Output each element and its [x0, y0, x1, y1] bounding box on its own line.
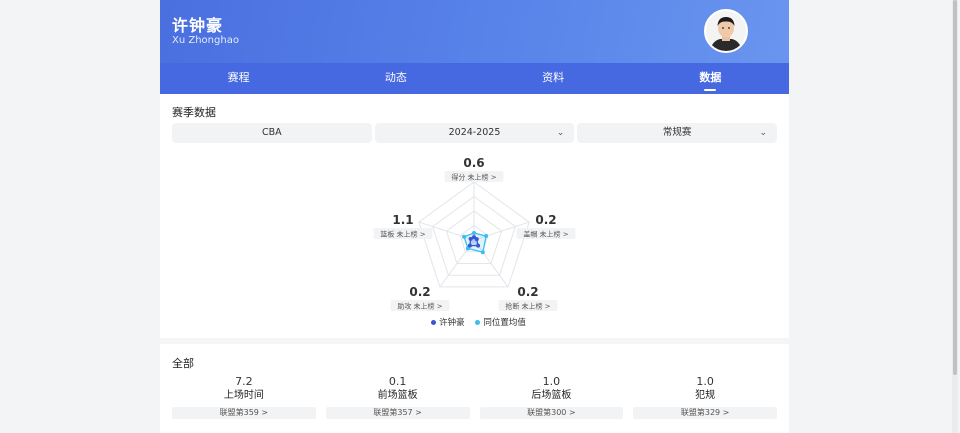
radar-axis-value: 0.6: [463, 156, 484, 170]
chevron-down-icon: ⌄: [759, 128, 768, 138]
stat-label: 前场篮板: [377, 390, 418, 401]
league-select-value: CBA: [262, 127, 282, 138]
section-divider: [160, 338, 789, 344]
page-scrollbar[interactable]: [952, 0, 958, 433]
player-header: 许钟豪 Xu Zhonghao 赛程 动态 资料 数据: [160, 0, 789, 94]
scrollbar-thumb[interactable]: [953, 0, 957, 375]
radar-axis-label: 抢断 未上榜 >: [505, 302, 550, 311]
radar-axis-value: 0.2: [535, 213, 556, 227]
player-name-en: Xu Zhonghao: [172, 35, 239, 46]
season-filters: CBA 2024-2025 ⌄ 常规赛 ⌄: [172, 123, 778, 143]
stat-rank-link[interactable]: 联盟第329 >: [633, 407, 777, 419]
radar-average-point: [484, 234, 489, 239]
radar-chart: 0.6 得分 未上榜 > 0.2 盖帽 未上榜 > 0.2 抢断 未上榜 > 0.2 助攻 未…: [373, 156, 576, 311]
tab-schedule[interactable]: 赛程: [160, 63, 317, 94]
radar-average-point: [472, 231, 476, 236]
radar-player-point: [476, 243, 481, 248]
stat-value: 0.1: [388, 375, 407, 388]
stat-label: 犯规: [695, 390, 716, 401]
radar-axis-label: 助攻 未上榜 >: [397, 302, 442, 311]
season-stats-title: 赛季数据: [172, 106, 216, 119]
average-legend-dot-icon: [475, 320, 481, 325]
radar-player-point: [468, 236, 473, 241]
player-legend-dot-icon: [431, 320, 437, 325]
tab-news[interactable]: 动态: [317, 63, 474, 94]
player-page: 许钟豪 Xu Zhonghao 赛程 动态 资料 数据 赛季数据 CBA 202…: [160, 0, 789, 433]
radar-legend: 许钟豪 同位置均值: [160, 316, 789, 328]
game-type-select[interactable]: 常规赛 ⌄: [577, 123, 778, 143]
legend-player: 许钟豪: [439, 318, 465, 328]
stat-label: 后场篮板: [531, 390, 572, 401]
stat-defensive-rebounds: 1.0 后场篮板 联盟第300 >: [479, 375, 624, 419]
radar-average-point: [480, 250, 485, 255]
stat-offensive-rebounds: 0.1 前场篮板 联盟第357 >: [325, 375, 470, 419]
player-photo-icon: [706, 11, 746, 51]
player-name: 许钟豪: [172, 16, 224, 35]
stat-rank-link[interactable]: 联盟第357 >: [325, 407, 470, 419]
legend-average: 同位置均值: [483, 318, 526, 328]
stat-value: 7.2: [235, 375, 253, 388]
radar-axis-value: 1.1: [392, 213, 413, 227]
radar-axis-value: 0.2: [517, 285, 538, 299]
stat-fouls: 1.0 犯规 联盟第329 >: [633, 375, 777, 419]
avatar[interactable]: [704, 9, 748, 53]
overall-stats-title: 全部: [172, 357, 194, 370]
stat-label: 上场时间: [223, 390, 264, 401]
tab-stats[interactable]: 数据: [632, 63, 789, 94]
radar-player-point: [467, 243, 472, 248]
season-select[interactable]: 2024-2025 ⌄: [374, 123, 575, 143]
radar-axis-value: 0.2: [409, 285, 430, 299]
radar-player-point: [474, 237, 479, 242]
overall-stats: 7.2 上场时间 联盟第359 > 0.1 前场篮板 联盟第357 > 1.0 …: [172, 375, 777, 419]
stat-rank-link[interactable]: 联盟第359 >: [172, 407, 316, 419]
radar-average-point: [462, 234, 467, 239]
chevron-down-icon: ⌄: [556, 128, 565, 138]
stat-value: 1.0: [542, 375, 561, 388]
nav-tabs: 赛程 动态 资料 数据: [160, 63, 789, 94]
league-select[interactable]: CBA: [172, 123, 372, 143]
stat-rank-link[interactable]: 联盟第300 >: [479, 407, 624, 419]
season-select-value: 2024-2025: [448, 127, 501, 138]
tab-profile[interactable]: 资料: [475, 63, 632, 94]
radar-axis-label: 盖帽 未上榜 >: [523, 230, 568, 239]
stat-minutes: 7.2 上场时间 联盟第359 >: [172, 375, 316, 419]
stat-value: 1.0: [696, 375, 714, 388]
radar-axis-label: 篮板 未上榜 >: [380, 230, 425, 239]
game-type-select-value: 常规赛: [662, 127, 692, 138]
radar-axis-label: 得分 未上榜 >: [451, 173, 496, 182]
